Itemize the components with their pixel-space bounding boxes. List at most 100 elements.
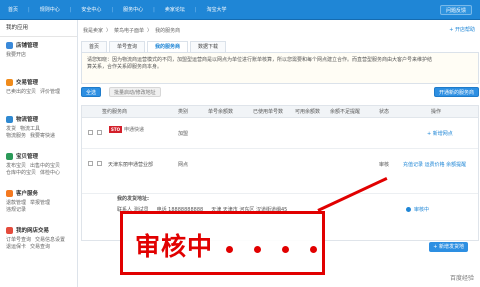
header-status: 状态 — [379, 109, 390, 115]
group-items: 已卖出的宝贝 评价管理 — [6, 89, 77, 96]
annotation-text: 审核中 — [135, 232, 214, 261]
tab-my-providers[interactable]: 我的服务商 — [147, 41, 189, 52]
add-outlet-link[interactable]: + 新增网点 — [427, 130, 453, 137]
group-title: 店铺管理 — [16, 43, 39, 49]
header-balance: 单号余额数 — [208, 109, 234, 115]
sidebar-link[interactable]: 仓库中的宝贝 — [6, 170, 36, 176]
review-status: 审核中 — [406, 206, 429, 213]
sidebar-group-customer: 客户服务 退款管理 举报管理 违规记录 — [0, 185, 77, 222]
group-title: 物流管理 — [16, 117, 39, 123]
table-row: 天津东丽申通营业部 网点 审核 充值记录 运费价格 余额提醒 — [82, 149, 478, 194]
nav-rules[interactable]: 规则中心 — [32, 0, 68, 20]
nav-home[interactable]: 首页 — [0, 0, 26, 20]
breadcrumb-link[interactable]: 菜鸟电子面单 — [114, 27, 144, 34]
help-feedback-button[interactable]: 问题反馈 — [439, 5, 472, 15]
group-items: 我要开店 — [6, 52, 77, 59]
sidebar-link[interactable]: 交易查询 — [30, 244, 50, 250]
header-alert: 余额不足提醒 — [330, 109, 361, 115]
baidu-watermark: 百度经验 — [449, 275, 474, 282]
group-head: 物流管理 — [6, 115, 77, 123]
group-items: 订单号查询 交易信息设置退运保卡 交易查询 — [6, 237, 77, 251]
trade-icon — [6, 78, 13, 86]
sidebar-link[interactable]: 体检中心 — [40, 170, 60, 176]
row-checkbox[interactable] — [97, 130, 102, 135]
group-head: 我的网店交易 — [6, 226, 77, 234]
group-items: 退款管理 举报管理 违规记录 — [6, 200, 77, 214]
sidebar-group-myshop: 我的网店交易 订单号查询 交易信息设置退运保卡 交易查询 — [0, 222, 77, 259]
nav-service[interactable]: 服务中心 — [115, 0, 151, 20]
sidebar-link[interactable]: 物流工具 — [20, 126, 40, 132]
breadcrumb-link[interactable]: 我是卖家 — [83, 27, 103, 34]
sidebar-title: 我的应用 — [0, 20, 77, 37]
annotation-dot — [254, 246, 261, 253]
group-title: 客户服务 — [16, 191, 39, 197]
review-status-text: 审核中 — [414, 207, 430, 213]
sidebar: 我的应用 店铺管理 我要开店 交易管理 已卖出的宝贝 评价管理 物流管理 发货 物流… — [0, 20, 78, 287]
sidebar-link[interactable]: 违规记录 — [6, 207, 26, 213]
nav-university[interactable]: 淘宝大学 — [199, 0, 235, 20]
breadcrumb-separator: 〉 — [147, 28, 153, 34]
group-head: 宝贝管理 — [6, 152, 77, 160]
group-items: 发货 物流工具 物流服务 我要寄快递 — [6, 126, 77, 140]
batch-address-button[interactable]: 批量启动/修改地址 — [109, 87, 161, 97]
tab-data-download[interactable]: 数据下载 — [190, 41, 227, 52]
breadcrumb: 我是卖家 〉 菜鸟电子面单 〉 我的服务商 — [83, 27, 183, 34]
sidebar-group-shop: 店铺管理 我要开店 — [0, 37, 77, 74]
myshop-icon — [6, 226, 13, 234]
header-type: 类别 — [178, 109, 189, 115]
outlet-actions[interactable]: 充值记录 运费价格 余额提醒 — [403, 161, 466, 168]
group-title: 交易管理 — [16, 80, 39, 86]
header-used: 已使用单号数 — [253, 109, 284, 115]
provider-type: 加盟 — [178, 131, 189, 137]
sidebar-link[interactable]: 退款管理 — [6, 200, 26, 206]
row-checkbox[interactable] — [97, 161, 102, 166]
row-checkbox[interactable] — [88, 130, 93, 135]
group-head: 客户服务 — [6, 189, 77, 197]
outlet-name: 天津东丽申通营业部 — [108, 162, 154, 168]
outlet-type: 网点 — [178, 162, 189, 168]
row-checkbox[interactable] — [88, 161, 93, 166]
tab-home[interactable]: 首页 — [81, 41, 108, 52]
nav-security[interactable]: 安全中心 — [73, 0, 109, 20]
sidebar-link[interactable]: 退运保卡 — [6, 244, 26, 250]
sidebar-link[interactable]: 我要寄快递 — [30, 133, 55, 139]
sidebar-link[interactable]: 出售中的宝贝 — [30, 163, 60, 169]
sidebar-link[interactable]: 交易信息设置 — [35, 237, 65, 243]
review-status-icon — [406, 207, 411, 212]
address-section-title: 我的发货地址: — [117, 196, 150, 202]
sidebar-link[interactable]: 物流服务 — [6, 133, 26, 139]
select-all-button[interactable]: 全选 — [81, 87, 102, 97]
product-icon — [6, 152, 13, 160]
customer-icon — [6, 189, 13, 197]
outlet-status: 审核 — [379, 162, 390, 168]
sidebar-link[interactable]: 评价管理 — [40, 89, 60, 95]
sidebar-link[interactable]: 已卖出的宝贝 — [6, 89, 36, 95]
table-toolbar: 全选 批量启动/修改地址 开通新的服务商 — [81, 87, 479, 103]
sidebar-group-trade: 交易管理 已卖出的宝贝 评价管理 — [0, 74, 77, 111]
annotation-dot — [226, 246, 233, 253]
sidebar-link[interactable]: 发货 — [6, 126, 16, 132]
sidebar-link[interactable]: 发布宝贝 — [6, 163, 26, 169]
logistics-icon — [6, 115, 13, 123]
group-items: 发布宝贝 出售中的宝贝 仓库中的宝贝 体检中心 — [6, 163, 77, 177]
open-provider-button[interactable]: 开通新的服务商 — [433, 87, 479, 97]
header-provider: 签约服务商 — [102, 109, 128, 115]
sidebar-link[interactable]: 我要开店 — [6, 52, 26, 58]
tab-bar: 首页 单号查询 我的服务商 数据下载 — [81, 41, 228, 52]
sto-logo-mark: STO — [109, 126, 122, 133]
table-header: 签约服务商 类别 单号余额数 已使用单号数 可用余额数 余额不足提醒 状态 操作 — [82, 106, 478, 118]
nav-forum[interactable]: 卖家论坛 — [157, 0, 193, 20]
top-bar: 首页 | 规则中心 | 安全中心 | 服务中心 | 卖家论坛 | 淘宝大学 问题… — [0, 0, 480, 20]
sidebar-link[interactable]: 订单号查询 — [6, 237, 31, 243]
notice-box: 请您知晓：因为物流商运营模式的不同，加盟型运营商是以网点为单位进行账单核算，所以… — [81, 52, 479, 84]
add-shipping-address-button[interactable]: + 新增发货地 — [429, 242, 468, 252]
tab-tracking-query[interactable]: 单号查询 — [109, 41, 146, 52]
annotation-box: 审核中 — [120, 211, 325, 275]
sidebar-group-product: 宝贝管理 发布宝贝 出售中的宝贝 仓库中的宝贝 体检中心 — [0, 148, 77, 185]
sidebar-link[interactable]: 举报管理 — [30, 200, 50, 206]
shop-help-link[interactable]: + 开店帮助 — [449, 26, 475, 35]
shop-icon — [6, 41, 13, 49]
annotation-dot — [310, 246, 317, 253]
notice-line: 算关系，合作关系即服务商本身。 — [87, 64, 163, 70]
notice-line: 请您知晓：因为物流商运营模式的不同，加盟型运营商是以网点为单位进行账单核算，所以… — [87, 57, 433, 63]
